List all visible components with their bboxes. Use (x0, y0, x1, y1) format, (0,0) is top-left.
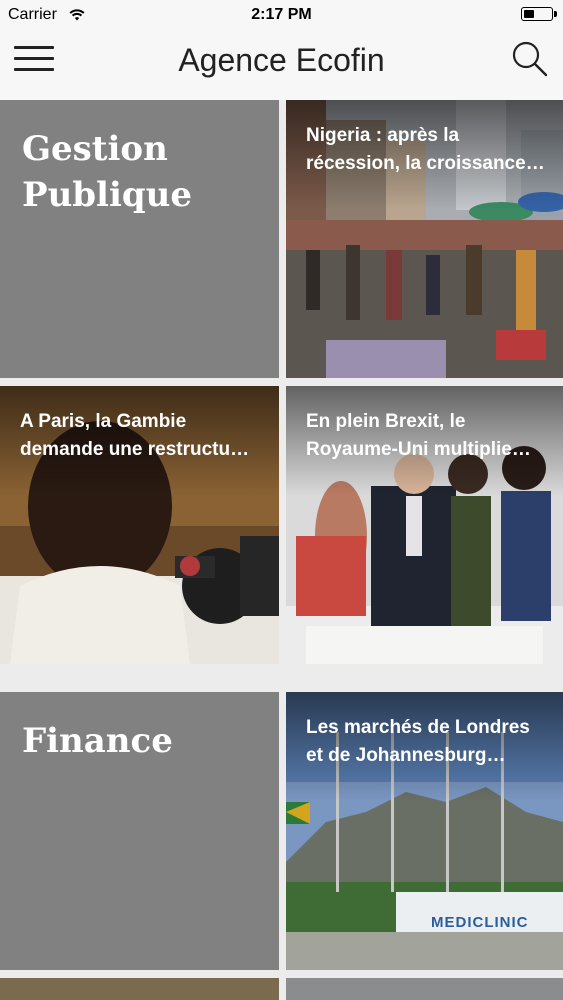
section-title: Finance (22, 721, 173, 761)
article-tile[interactable]: A Paris, la Gambie demande une restructu… (0, 386, 279, 664)
article-tile[interactable]: Les marchés de Londres et de Johannesbur… (286, 692, 563, 970)
search-icon[interactable] (511, 40, 549, 78)
section-tile-gestion-publique[interactable]: Gestion Publique (0, 100, 279, 378)
status-time: 2:17 PM (251, 6, 312, 23)
section-tile-finance[interactable]: Finance (0, 692, 279, 970)
status-bar: Carrier 2:17 PM (0, 0, 563, 30)
article-headline: Nigeria : après la récession, la croissa… (306, 125, 545, 174)
mediclinic-sign-text: MEDICLINIC (431, 914, 529, 931)
battery-icon (521, 7, 557, 21)
article-headline: Les marchés de Londres et de Johannesbur… (306, 717, 530, 766)
next-tile-partial[interactable] (0, 978, 279, 1000)
app-title: Agence Ecofin (178, 42, 385, 78)
article-headline: A Paris, la Gambie demande une restructu… (20, 411, 250, 460)
article-headline: En plein Brexit, le Royaume-Uni multipli… (306, 411, 531, 460)
nav-bar: Agence Ecofin (0, 30, 563, 100)
article-tile[interactable]: En plein Brexit, le Royaume-Uni multipli… (286, 386, 563, 664)
article-tile[interactable]: Nigeria : après la récession, la croissa… (286, 100, 563, 378)
section-title: Gestion Publique (22, 129, 193, 215)
next-tile-partial[interactable] (286, 978, 563, 1000)
